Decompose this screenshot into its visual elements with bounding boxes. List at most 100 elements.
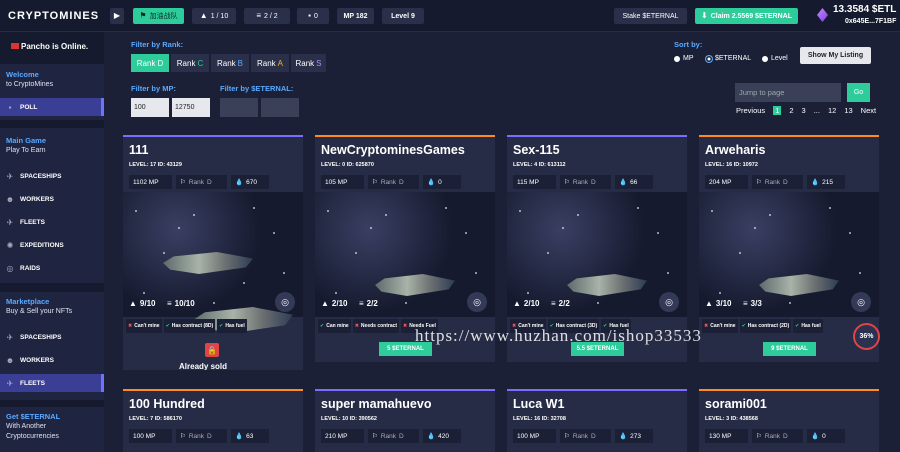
mp-chip: MP 182 (337, 8, 374, 24)
page-12[interactable]: 12 (828, 106, 836, 115)
rank-letter: D (591, 432, 596, 440)
inspect-button[interactable]: ◎ (659, 292, 679, 312)
star (859, 272, 861, 274)
mp-min-input[interactable]: 100 (131, 98, 169, 117)
fuel-stat: 💧 0 (807, 429, 845, 443)
fuel-value: 63 (246, 432, 254, 440)
wallet-address[interactable]: 0x645E...7F1BF (845, 18, 896, 25)
claim-button[interactable]: ⬇ Claim 2.5569 $ETERNAL (695, 8, 798, 24)
fuel-icon: 💧 (811, 179, 820, 186)
star (213, 302, 215, 304)
inventory-count: 0 (313, 12, 318, 20)
rank-chip[interactable]: ≡ 2 / 2 (244, 8, 290, 24)
next-page-link[interactable]: Next (861, 106, 876, 115)
guild-name: 加油战队 (149, 13, 178, 20)
star (577, 214, 579, 216)
ship-icon: ▲ (199, 11, 208, 20)
market-item-spaceships[interactable]: ✈ SPACESHIPS (0, 328, 104, 346)
rank-b-button[interactable]: Rank B (211, 54, 249, 72)
star (711, 210, 713, 212)
rank-c-button[interactable]: Rank C (171, 54, 209, 72)
rank-icon: ⚐ (372, 433, 378, 440)
inspect-button[interactable]: ◎ (467, 292, 487, 312)
sidebar-item-raids[interactable]: ◎ RAIDS (0, 259, 104, 277)
app-logo[interactable]: CRYPTOMINES (8, 10, 99, 22)
page-2[interactable]: 2 (789, 106, 793, 115)
fleet-meta: LEVEL: 0 ID: 625870 (321, 162, 374, 168)
stake-button[interactable]: Stake $ETERNAL (614, 8, 687, 24)
sidebar-item-spaceships[interactable]: ✈ SPACESHIPS (0, 167, 104, 185)
eternal-filter-label: Filter by $ETERNAL: (220, 84, 294, 93)
ships-count: ▲ 9/10 (129, 299, 156, 308)
check-icon: ✔ (165, 323, 170, 329)
fleet-card[interactable]: 111 LEVEL: 17 ID: 43129 1102 MP ⚐ Rank D 💧… (123, 135, 303, 370)
rank-a-button[interactable]: Rank A (251, 54, 289, 72)
page-3[interactable]: 3 (802, 106, 806, 115)
sort-eternal-radio[interactable]: $ETERNAL (706, 55, 751, 62)
mp-filter-label: Filter by MP: (131, 84, 177, 93)
market-item-workers[interactable]: ☻ WORKERS (0, 351, 104, 369)
top-bar: CRYPTOMINES ▶ ⚑ 加油战队 ▲ 1 / 10 ≡ 2 / 2 ▪ 0 MP… (0, 0, 900, 32)
spaceship-icon: ✈ (6, 332, 14, 342)
star (143, 292, 145, 294)
go-button[interactable]: Go (847, 83, 870, 102)
inventory-chip[interactable]: ▪ 0 (297, 8, 329, 24)
rank-letter: A (277, 58, 284, 68)
rank-letter: D (783, 178, 788, 186)
rank-letter: D (783, 432, 788, 440)
sidebar-item-poll[interactable]: ▪ POLL (0, 98, 104, 116)
play-button[interactable]: ▶ (110, 8, 124, 24)
rank-d-button[interactable]: Rank D (131, 54, 169, 72)
star (465, 232, 467, 234)
fleets-count: 1 / 10 (210, 12, 229, 20)
get-eternal-section[interactable]: Get $ETERNAL With Another Cryptocurrenci… (0, 407, 104, 452)
check-icon: ✔ (219, 323, 224, 329)
eternal-min-input[interactable] (220, 98, 258, 117)
target-icon: ◎ (473, 296, 481, 307)
star (769, 214, 771, 216)
guild-chip[interactable]: ⚑ 加油战队 (133, 8, 184, 24)
star (193, 214, 195, 216)
ships-value: 3/10 (715, 299, 732, 308)
page-1[interactable]: 1 (773, 106, 782, 115)
sidebar-item-workers[interactable]: ☻ WORKERS (0, 190, 104, 208)
fleet-card[interactable]: sorami001 LEVEL: 3 ID: 438568 130 MP ⚐ Ra… (699, 389, 879, 452)
nav-label: WORKERS (20, 356, 54, 364)
planet-icon: ✺ (6, 240, 14, 250)
fleet-name: Sex-115 (513, 143, 560, 157)
spaceship-icon: ✈ (6, 171, 14, 181)
fleet-card[interactable]: Arweharis LEVEL: 16 ID: 10972 204 MP ⚐ Ra… (699, 135, 879, 362)
market-item-fleets[interactable]: ✈ FLEETS (0, 374, 104, 392)
sort-mp-radio[interactable]: MP (674, 55, 694, 62)
nav-label: FLEETS (20, 379, 45, 387)
rank-s-button[interactable]: Rank S (291, 54, 326, 72)
mp-stat: 130 MP (705, 429, 748, 443)
prev-page-link[interactable]: Previous (736, 106, 765, 115)
show-my-listing-button[interactable]: Show My Listing (800, 47, 871, 64)
rank-stat: ⚐ Rank D (560, 175, 611, 189)
page-13[interactable]: 13 (844, 106, 852, 115)
ships-count: ▲ 2/10 (513, 299, 540, 308)
progress-badge[interactable]: 36% (853, 323, 880, 350)
rank-text: Rank (136, 58, 156, 68)
check-icon: ✔ (741, 323, 746, 329)
fleet-card[interactable]: super mamahuevo LEVEL: 10 ID: 390562 210… (315, 389, 495, 452)
star (657, 232, 659, 234)
rank-letter: C (197, 58, 204, 68)
inspect-button[interactable]: ◎ (851, 292, 871, 312)
mp-max-input[interactable]: 12750 (172, 98, 210, 117)
fleets-chip[interactable]: ▲ 1 / 10 (192, 8, 236, 24)
fleet-card[interactable]: Luca W1 LEVEL: 16 ID: 32708 100 MP ⚐ Rank… (507, 389, 687, 452)
sort-level-radio[interactable]: Level (762, 55, 788, 62)
nav-label: RAIDS (20, 264, 41, 272)
sidebar-item-fleets[interactable]: ✈ FLEETS (0, 213, 104, 231)
check-icon: ✔ (320, 323, 325, 329)
fleet-card[interactable]: 100 Hundred LEVEL: 7 ID: 586170 100 MP ⚐… (123, 389, 303, 452)
eternal-max-input[interactable] (261, 98, 299, 117)
buy-button[interactable]: 9 $ETERNAL (763, 342, 816, 356)
inspect-button[interactable]: ◎ (275, 292, 295, 312)
fuel-value: 273 (630, 432, 641, 440)
sidebar-item-expeditions[interactable]: ✺ EXPEDITIONS (0, 236, 104, 254)
jump-to-page-input[interactable]: Jump to page (735, 83, 841, 102)
welcome-sub: to CryptoMines (6, 81, 54, 88)
